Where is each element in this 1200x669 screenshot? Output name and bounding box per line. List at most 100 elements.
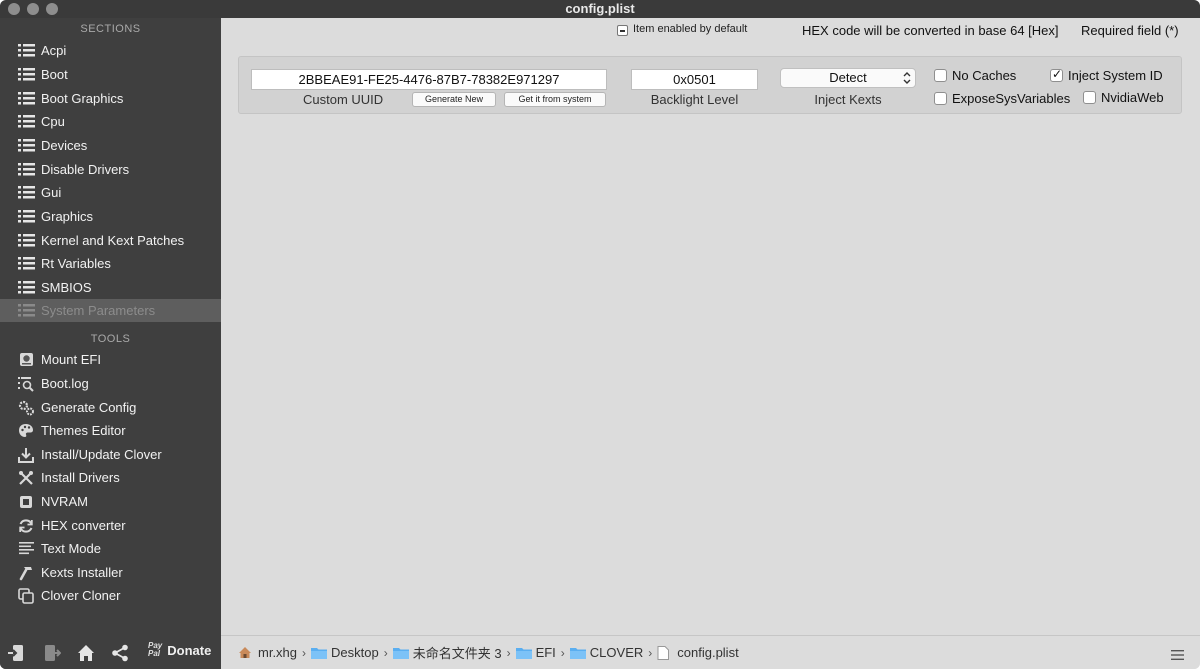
sidebar-item-disable-drivers[interactable]: Disable Drivers <box>0 158 221 181</box>
donate-label: Donate <box>167 642 212 658</box>
checkbox-label: ExposeSysVariables <box>952 91 1071 106</box>
sidebar-tool-label: Boot.log <box>41 376 89 391</box>
sidebar-item-system-parameters[interactable]: System Parameters <box>0 299 221 322</box>
list-icon <box>17 138 35 154</box>
menu-lines-icon[interactable] <box>1171 648 1184 660</box>
sidebar-tool-install-drivers[interactable]: Install Drivers <box>0 466 221 489</box>
sidebar-item-label: Rt Variables <box>41 256 111 271</box>
sidebar-item-cpu[interactable]: Cpu <box>0 110 221 133</box>
window-title: config.plist <box>565 1 635 16</box>
generate-new-button[interactable]: Generate New <box>412 92 496 107</box>
sidebar-item-devices[interactable]: Devices <box>0 134 221 157</box>
sidebar-tool-label: Clover Cloner <box>41 588 121 603</box>
sidebar-tool-themes-editor[interactable]: Themes Editor <box>0 419 221 442</box>
checkbox-box[interactable] <box>1083 91 1096 104</box>
list-icon <box>17 303 35 319</box>
expose-sys-variables-checkbox[interactable]: ExposeSysVariables <box>934 91 1070 106</box>
sidebar-tool-text-mode[interactable]: Text Mode <box>0 537 221 560</box>
sidebar-tool-boot-log[interactable]: Boot.log <box>0 372 221 395</box>
sections-header: SECTIONS <box>80 23 141 35</box>
sidebar-item-label: Devices <box>41 138 88 153</box>
refresh-icon <box>17 518 35 534</box>
checkbox-box[interactable] <box>934 92 947 105</box>
sidebar-tool-label: HEX converter <box>41 518 126 533</box>
share-icon[interactable] <box>110 643 130 663</box>
sidebar-tool-install-update-clover[interactable]: Install/Update Clover <box>0 443 221 466</box>
app-window: config.plist SECTIONS Acpi Boot Boot Gra… <box>0 0 1200 669</box>
inject-kexts-value: Detect <box>829 70 867 85</box>
sidebar-item-label: Boot <box>41 67 68 82</box>
chip-icon <box>17 494 35 510</box>
folder-icon <box>569 646 586 660</box>
sidebar-tool-hex-converter[interactable]: HEX converter <box>0 514 221 537</box>
sidebar-item-boot[interactable]: Boot <box>0 63 221 86</box>
backlight-level-label: Backlight Level <box>650 92 739 107</box>
text-lines-icon <box>17 541 35 557</box>
list-icon <box>17 43 35 59</box>
folder-icon <box>311 646 328 660</box>
item-enabled-note: Item enabled by default <box>633 23 748 35</box>
palette-icon <box>17 423 35 439</box>
sidebar-item-label: Cpu <box>41 114 65 129</box>
sidebar-item-boot-graphics[interactable]: Boot Graphics <box>0 87 221 110</box>
sidebar-item-gui[interactable]: Gui <box>0 181 221 204</box>
copy-icon <box>17 587 35 604</box>
sidebar-item-label: Acpi <box>41 43 67 58</box>
import-icon[interactable] <box>6 643 26 663</box>
inject-kexts-label: Inject Kexts <box>814 92 882 107</box>
sidebar-item-kernel-and-kext-patches[interactable]: Kernel and Kext Patches <box>0 229 221 252</box>
gears-icon <box>17 400 35 416</box>
folder-icon <box>515 646 532 660</box>
path-item-home[interactable]: mr.xhg <box>238 645 297 660</box>
sidebar-tool-clover-cloner[interactable]: Clover Cloner <box>0 584 221 607</box>
checkbox-box-checked[interactable] <box>1050 67 1063 82</box>
inject-kexts-select[interactable]: Detect <box>780 68 916 88</box>
checkbox-box[interactable] <box>934 69 947 82</box>
inject-system-id-checkbox[interactable]: Inject System ID <box>1050 67 1163 83</box>
list-icon <box>17 91 35 107</box>
path-item-folder-3[interactable]: 未命名文件夹 3 <box>392 643 502 662</box>
sidebar-item-acpi[interactable]: Acpi <box>0 39 221 62</box>
sidebar-tool-nvram[interactable]: NVRAM <box>0 490 221 513</box>
sidebar-item-smbios[interactable]: SMBIOS <box>0 276 221 299</box>
path-item-clover[interactable]: CLOVER <box>569 645 643 660</box>
sidebar-item-label: Kernel and Kext Patches <box>41 233 185 248</box>
sidebar-tool-label: Mount EFI <box>41 352 101 367</box>
no-caches-checkbox[interactable]: No Caches <box>934 68 1016 83</box>
sidebar-item-graphics[interactable]: Graphics <box>0 205 221 228</box>
sidebar-tool-label: Generate Config <box>41 400 137 415</box>
donate-button[interactable]: Pay Pal Donate <box>148 642 211 658</box>
path-item-efi[interactable]: EFI <box>515 645 556 660</box>
main-content: Item enabled by default HEX code will be… <box>221 18 1200 635</box>
path-item-config-plist[interactable]: config.plist <box>657 645 739 660</box>
list-icon <box>17 67 35 83</box>
disk-icon <box>17 352 35 368</box>
sidebar-tool-kexts-installer[interactable]: Kexts Installer <box>0 561 221 584</box>
paypal-icon: Pay Pal <box>148 641 163 658</box>
tools-icon <box>17 470 35 486</box>
backlight-level-field[interactable]: 0x0501 <box>631 69 758 90</box>
checkbox-label: NvidiaWeb <box>1101 90 1164 105</box>
nvidia-web-checkbox[interactable]: NvidiaWeb <box>1083 90 1164 105</box>
list-icon <box>17 162 35 178</box>
required-note: Required field (*) <box>1081 23 1179 38</box>
custom-uuid-label: Custom UUID <box>303 92 384 107</box>
get-from-system-button[interactable]: Get it from system <box>504 92 606 107</box>
home-icon[interactable] <box>76 643 96 663</box>
path-item-desktop[interactable]: Desktop <box>311 645 379 660</box>
download-icon <box>17 447 35 463</box>
chevron-updown-icon <box>902 71 912 85</box>
checkbox-label: No Caches <box>952 68 1017 83</box>
export-icon[interactable] <box>42 643 62 663</box>
sidebar-tool-generate-config[interactable]: Generate Config <box>0 396 221 419</box>
file-icon <box>657 645 673 660</box>
sidebar-tool-mount-efi[interactable]: Mount EFI <box>0 348 221 371</box>
sidebar-item-rt-variables[interactable]: Rt Variables <box>0 252 221 275</box>
home-icon <box>238 646 254 660</box>
sidebar-tool-label: NVRAM <box>41 494 88 509</box>
sidebar-tool-label: Install Drivers <box>41 470 120 485</box>
custom-uuid-field[interactable]: 2BBEAE91-FE25-4476-87B7-78382E971297 <box>251 69 607 90</box>
sidebar-item-label: SMBIOS <box>41 280 92 295</box>
list-icon <box>17 280 35 296</box>
checkbox-label: Inject System ID <box>1068 68 1163 83</box>
